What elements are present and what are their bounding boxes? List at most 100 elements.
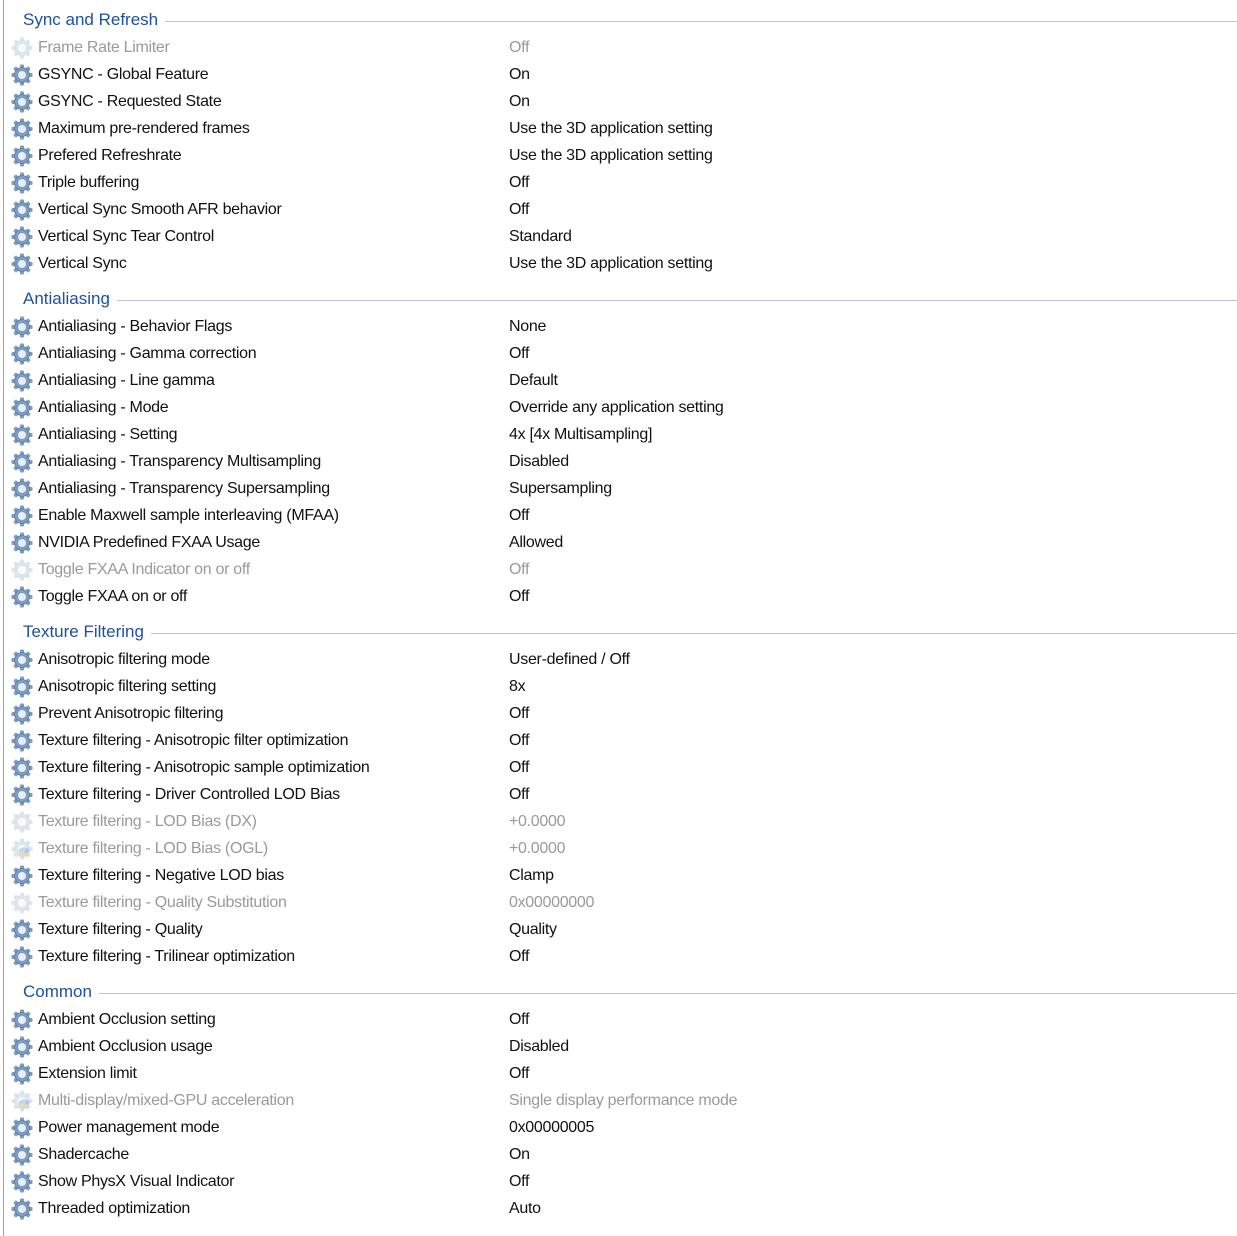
- setting-row[interactable]: Vertical Sync Use the 3D application sett…: [4, 250, 1237, 277]
- setting-row[interactable]: NVIDIA Predefined FXAA Usage Allowed: [4, 529, 1237, 556]
- setting-row[interactable]: Antialiasing - Gamma correction Off: [4, 340, 1237, 367]
- setting-value[interactable]: Off: [509, 948, 529, 966]
- setting-row[interactable]: Enable Maxwell sample interleaving (MFAA…: [4, 502, 1237, 529]
- setting-value[interactable]: Off: [509, 174, 529, 192]
- setting-row[interactable]: Threaded optimization Auto: [4, 1195, 1237, 1222]
- setting-value[interactable]: 8x: [509, 678, 526, 696]
- setting-row[interactable]: Anisotropic filtering mode User-defined /…: [4, 646, 1237, 673]
- setting-row[interactable]: Texture filtering - Negative LOD bias Cla…: [4, 862, 1237, 889]
- group-divider: [165, 20, 1237, 22]
- setting-row[interactable]: Texture filtering - Quality Quality: [4, 916, 1237, 943]
- setting-row[interactable]: Power management mode 0x00000005: [4, 1114, 1237, 1141]
- setting-row[interactable]: Shadercache On: [4, 1141, 1237, 1168]
- setting-value[interactable]: Override any application setting: [509, 399, 724, 417]
- setting-value[interactable]: User-defined / Off: [509, 651, 630, 669]
- setting-name: Prevent Anisotropic filtering: [38, 704, 224, 722]
- setting-value[interactable]: Default: [509, 372, 558, 390]
- setting-row[interactable]: Antialiasing - Line gamma Default: [4, 367, 1237, 394]
- setting-row[interactable]: Texture filtering - Driver Controlled LO…: [4, 781, 1237, 808]
- setting-row[interactable]: Extension limit Off: [4, 1060, 1237, 1087]
- setting-row[interactable]: GSYNC - Requested State On: [4, 88, 1237, 115]
- setting-row[interactable]: Show PhysX Visual Indicator Off: [4, 1168, 1237, 1195]
- setting-value[interactable]: Off: [509, 345, 529, 363]
- setting-value[interactable]: Off: [509, 786, 529, 804]
- setting-row[interactable]: Frame Rate Limiter Off: [4, 34, 1237, 61]
- gear-icon: [10, 117, 34, 141]
- setting-row[interactable]: Antialiasing - Transparency Multisamplin…: [4, 448, 1237, 475]
- setting-row[interactable]: Texture filtering - LOD Bias (DX) +0.0000: [4, 808, 1237, 835]
- setting-value[interactable]: On: [509, 1146, 530, 1164]
- setting-row[interactable]: Texture filtering - Quality Substitution…: [4, 889, 1237, 916]
- gear-icon: [10, 423, 34, 447]
- setting-value[interactable]: Off: [509, 1173, 529, 1191]
- group-title: Antialiasing: [23, 289, 110, 308]
- setting-value[interactable]: Off: [509, 1065, 529, 1083]
- setting-row[interactable]: Toggle FXAA Indicator on or off Off: [4, 556, 1237, 583]
- setting-name: Vertical Sync Tear Control: [38, 227, 214, 245]
- setting-value[interactable]: +0.0000: [509, 813, 565, 831]
- setting-row[interactable]: Texture filtering - LOD Bias (OGL) +0.000…: [4, 835, 1237, 862]
- setting-row[interactable]: Ambient Occlusion usage Disabled: [4, 1033, 1237, 1060]
- setting-row[interactable]: Ambient Occlusion setting Off: [4, 1006, 1237, 1033]
- setting-value[interactable]: Use the 3D application setting: [509, 255, 713, 273]
- setting-row[interactable]: Anisotropic filtering setting 8x: [4, 673, 1237, 700]
- group-header: Texture Filtering: [4, 610, 1237, 646]
- gear-icon: [10, 396, 34, 420]
- setting-row[interactable]: Vertical Sync Smooth AFR behavior Off: [4, 196, 1237, 223]
- setting-value[interactable]: 0x00000005: [509, 1119, 594, 1137]
- setting-row[interactable]: Texture filtering - Anisotropic sample o…: [4, 754, 1237, 781]
- setting-value[interactable]: Off: [509, 201, 529, 219]
- setting-row[interactable]: Texture filtering - Anisotropic filter o…: [4, 727, 1237, 754]
- gear-icon: [10, 225, 34, 249]
- setting-value[interactable]: On: [509, 93, 530, 111]
- setting-value[interactable]: Off: [509, 705, 529, 723]
- setting-value[interactable]: Quality: [509, 921, 557, 939]
- setting-name: Texture filtering - LOD Bias (DX): [38, 812, 257, 830]
- setting-value[interactable]: Auto: [509, 1200, 541, 1218]
- setting-row[interactable]: Antialiasing - Behavior Flags None: [4, 313, 1237, 340]
- setting-row[interactable]: Antialiasing - Mode Override any applicat…: [4, 394, 1237, 421]
- setting-value[interactable]: Off: [509, 759, 529, 777]
- setting-row[interactable]: Antialiasing - Setting 4x [4x Multisampli…: [4, 421, 1237, 448]
- shield-icon: [19, 1098, 29, 1110]
- setting-value[interactable]: Allowed: [509, 534, 563, 552]
- gear-icon: [10, 252, 34, 276]
- setting-value[interactable]: 0x00000000: [509, 894, 594, 912]
- setting-row[interactable]: Triple buffering Off: [4, 169, 1237, 196]
- setting-value[interactable]: +0.0000: [509, 840, 565, 858]
- setting-value[interactable]: None: [509, 318, 546, 336]
- setting-row[interactable]: Texture filtering - Trilinear optimizati…: [4, 943, 1237, 970]
- setting-value[interactable]: Off: [509, 732, 529, 750]
- gear-icon: [10, 1197, 34, 1221]
- setting-name: Frame Rate Limiter: [38, 38, 170, 56]
- settings-list[interactable]: Sync and Refresh Frame Rate Limiter Off GSY…: [4, 0, 1237, 1222]
- setting-row[interactable]: Toggle FXAA on or off Off: [4, 583, 1237, 610]
- setting-row[interactable]: Vertical Sync Tear Control Standard: [4, 223, 1237, 250]
- setting-value[interactable]: Off: [509, 39, 529, 57]
- setting-row[interactable]: Prefered Refreshrate Use the 3D applicati…: [4, 142, 1237, 169]
- setting-name: Antialiasing - Behavior Flags: [38, 317, 233, 335]
- setting-value[interactable]: Use the 3D application setting: [509, 120, 713, 138]
- setting-row[interactable]: Multi-display/mixed-GPU acceleration Sing…: [4, 1087, 1237, 1114]
- setting-row[interactable]: Antialiasing - Transparency Supersamplin…: [4, 475, 1237, 502]
- setting-value[interactable]: Supersampling: [509, 480, 612, 498]
- setting-row[interactable]: Prevent Anisotropic filtering Off: [4, 700, 1237, 727]
- setting-value[interactable]: Off: [509, 507, 529, 525]
- setting-value[interactable]: Single display performance mode: [509, 1092, 737, 1110]
- setting-name: Threaded optimization: [38, 1199, 191, 1217]
- setting-value[interactable]: 4x [4x Multisampling]: [509, 426, 652, 444]
- setting-value[interactable]: Standard: [509, 228, 572, 246]
- setting-value[interactable]: Use the 3D application setting: [509, 147, 713, 165]
- gear-icon: [10, 531, 34, 555]
- gear-icon: [10, 729, 34, 753]
- setting-row[interactable]: Maximum pre-rendered frames Use the 3D ap…: [4, 115, 1237, 142]
- setting-row[interactable]: GSYNC - Global Feature On: [4, 61, 1237, 88]
- setting-value[interactable]: On: [509, 66, 530, 84]
- setting-value[interactable]: Off: [509, 1011, 529, 1029]
- setting-value[interactable]: Disabled: [509, 453, 569, 471]
- setting-value[interactable]: Disabled: [509, 1038, 569, 1056]
- setting-value[interactable]: Off: [509, 588, 529, 606]
- setting-value[interactable]: Clamp: [509, 867, 554, 885]
- setting-value[interactable]: Off: [509, 561, 529, 579]
- group-title: Texture Filtering: [23, 622, 144, 641]
